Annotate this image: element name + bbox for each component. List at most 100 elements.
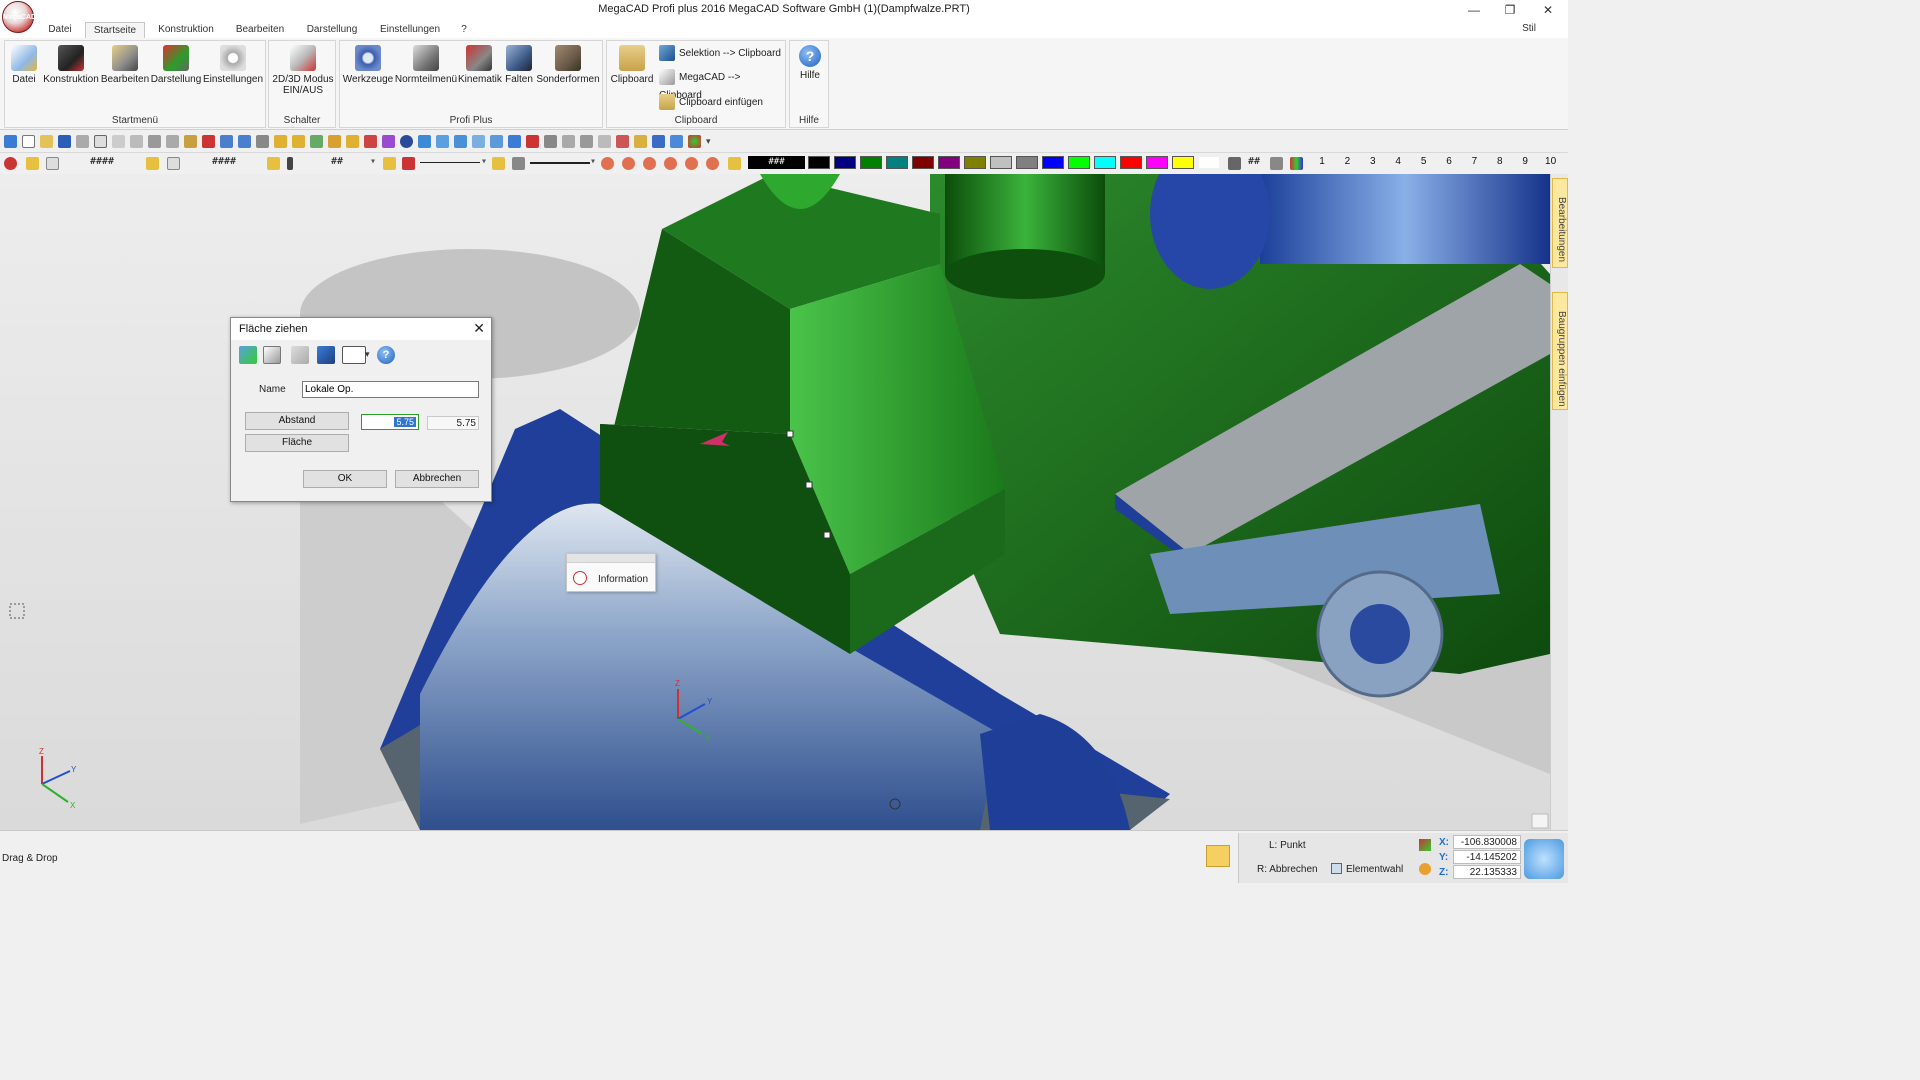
ribbon-hilfe-button[interactable]: ? Hilfe bbox=[792, 43, 828, 81]
tab-einstellungen[interactable]: Einstellungen bbox=[372, 22, 448, 39]
level-button[interactable]: 10 bbox=[1543, 156, 1559, 167]
current-color-field[interactable]: ### bbox=[748, 156, 805, 169]
toolbar-icon[interactable] bbox=[364, 135, 377, 148]
color-swatch[interactable] bbox=[1120, 156, 1142, 169]
element-select-icon[interactable] bbox=[1331, 863, 1342, 874]
toolbar-icon[interactable] bbox=[400, 135, 413, 148]
color-swatch[interactable] bbox=[912, 156, 934, 169]
ok-button[interactable]: OK bbox=[303, 470, 387, 488]
ribbon-sonderformen-button[interactable]: Sonderformen bbox=[536, 43, 600, 85]
level-button[interactable]: 8 bbox=[1492, 156, 1508, 167]
grid-icon[interactable] bbox=[1228, 157, 1241, 170]
chevron-down-icon[interactable]: ▾ bbox=[590, 156, 596, 167]
abstand-button[interactable]: Abstand bbox=[245, 412, 349, 430]
toolbar-icon[interactable] bbox=[598, 135, 611, 148]
level-button[interactable]: 1 bbox=[1314, 156, 1330, 167]
toolbar-icon[interactable] bbox=[4, 135, 17, 148]
color-swatch[interactable] bbox=[1198, 156, 1220, 169]
toolbar-icon[interactable] bbox=[328, 135, 341, 148]
pen-icon[interactable] bbox=[287, 157, 293, 170]
side-tab-baugruppen[interactable]: Baugruppen einfügen bbox=[1552, 292, 1568, 410]
toolbar-icon[interactable] bbox=[580, 135, 593, 148]
toolbar-icon[interactable] bbox=[616, 135, 629, 148]
parameters-icon[interactable] bbox=[239, 346, 257, 364]
color-swatch[interactable] bbox=[860, 156, 882, 169]
tab-bearbeiten[interactable]: Bearbeiten bbox=[228, 22, 292, 39]
style-selector[interactable]: Stil bbox=[1522, 23, 1536, 34]
color-swatch[interactable] bbox=[1016, 156, 1038, 169]
paste-clipboard-button[interactable]: Clipboard einfügen bbox=[659, 94, 763, 112]
element-select-label[interactable]: Elementwahl bbox=[1346, 864, 1403, 875]
close-button[interactable]: ✕ bbox=[1531, 1, 1565, 19]
ribbon-werkzeuge-button[interactable]: Werkzeuge bbox=[342, 43, 394, 85]
lock-icon[interactable] bbox=[146, 157, 159, 170]
x-coordinate[interactable]: -106.830008 bbox=[1453, 835, 1521, 849]
preview-icon[interactable] bbox=[94, 135, 107, 148]
minimize-button[interactable]: — bbox=[1457, 1, 1491, 19]
redo-icon[interactable] bbox=[238, 135, 251, 148]
color-swatch[interactable] bbox=[808, 156, 830, 169]
zoom-fit-icon[interactable] bbox=[706, 157, 719, 170]
toolbar-icon[interactable] bbox=[346, 135, 359, 148]
level-button[interactable]: 6 bbox=[1441, 156, 1457, 167]
tab-darstellung[interactable]: Darstellung bbox=[298, 22, 366, 39]
toolbar-icon[interactable] bbox=[148, 135, 161, 148]
zoom-previous-icon[interactable] bbox=[685, 157, 698, 170]
ribbon-kinematik-button[interactable]: Kinematik bbox=[458, 43, 502, 85]
cancel-button[interactable]: Abbrechen bbox=[395, 470, 479, 488]
toolbar-icon[interactable] bbox=[382, 135, 395, 148]
y-coordinate[interactable]: -14.145202 bbox=[1453, 850, 1521, 864]
layer-icon[interactable] bbox=[46, 157, 59, 170]
tab-konstruktion[interactable]: Konstruktion bbox=[150, 22, 222, 39]
color-swatch[interactable] bbox=[964, 156, 986, 169]
toolbar-icon[interactable] bbox=[526, 135, 539, 148]
pen-field[interactable]: ## bbox=[331, 156, 343, 167]
color-swatch[interactable] bbox=[1172, 156, 1194, 169]
star-icon[interactable] bbox=[4, 157, 17, 170]
coordinate-system-icon[interactable] bbox=[1419, 839, 1431, 851]
lock-icon[interactable] bbox=[267, 157, 280, 170]
zoom-out-icon[interactable] bbox=[622, 157, 635, 170]
copy-icon[interactable] bbox=[263, 346, 281, 364]
name-field[interactable] bbox=[302, 381, 479, 398]
zoom-in-icon[interactable] bbox=[601, 157, 614, 170]
grid-label[interactable]: ## bbox=[1248, 156, 1260, 167]
snap-icon[interactable] bbox=[1206, 845, 1230, 867]
ribbon-bearbeiten-button[interactable]: Bearbeiten bbox=[100, 43, 150, 85]
z-coordinate[interactable]: 22.135333 bbox=[1453, 865, 1521, 879]
toolbar-icon[interactable] bbox=[274, 135, 287, 148]
help-icon[interactable]: ? bbox=[377, 346, 395, 364]
toolbar-icon[interactable] bbox=[184, 135, 197, 148]
level-icon[interactable] bbox=[1290, 157, 1303, 170]
group-field[interactable]: #### bbox=[212, 156, 236, 167]
toolbar-icon[interactable] bbox=[544, 135, 557, 148]
color-swatch[interactable] bbox=[1068, 156, 1090, 169]
ribbon-einstellungen-button[interactable]: Einstellungen bbox=[202, 43, 264, 85]
zoom-all-icon[interactable] bbox=[664, 157, 677, 170]
ribbon-normteilmenu-button[interactable]: Normteilmenü bbox=[394, 43, 458, 85]
new-file-icon[interactable] bbox=[22, 135, 35, 148]
side-tab-bearbeitungen[interactable]: Bearbeitungen bbox=[1552, 178, 1568, 268]
toolbar-icon[interactable] bbox=[256, 135, 269, 148]
lock-icon[interactable] bbox=[728, 157, 741, 170]
ribbon-konstruktion-button[interactable]: Konstruktion bbox=[42, 43, 100, 85]
toolbar-icon[interactable] bbox=[562, 135, 575, 148]
toolbar-icon[interactable] bbox=[454, 135, 467, 148]
megacad-to-clipboard-button[interactable]: MegaCAD --> Clipboard bbox=[659, 69, 785, 101]
toolbar-icon[interactable] bbox=[508, 135, 521, 148]
chevron-down-icon[interactable]: ▾ bbox=[706, 135, 714, 148]
color-swatch[interactable] bbox=[990, 156, 1012, 169]
color-swatch[interactable] bbox=[834, 156, 856, 169]
level-button[interactable]: 4 bbox=[1390, 156, 1406, 167]
selection-to-clipboard-button[interactable]: Selektion --> Clipboard bbox=[659, 45, 781, 63]
flaeche-button[interactable]: Fläche bbox=[245, 434, 349, 452]
3d-viewport[interactable]: Z Y X Z Y X bbox=[0, 174, 1550, 830]
level-button[interactable]: 7 bbox=[1466, 156, 1482, 167]
color-swatch[interactable] bbox=[1042, 156, 1064, 169]
tab-startseite[interactable]: Startseite bbox=[85, 22, 145, 39]
restore-button[interactable]: ❐ bbox=[1493, 1, 1527, 19]
toolbar-icon[interactable] bbox=[418, 135, 431, 148]
toolbar-icon[interactable] bbox=[652, 135, 665, 148]
zoom-window-icon[interactable] bbox=[643, 157, 656, 170]
toolbar-icon[interactable] bbox=[490, 135, 503, 148]
